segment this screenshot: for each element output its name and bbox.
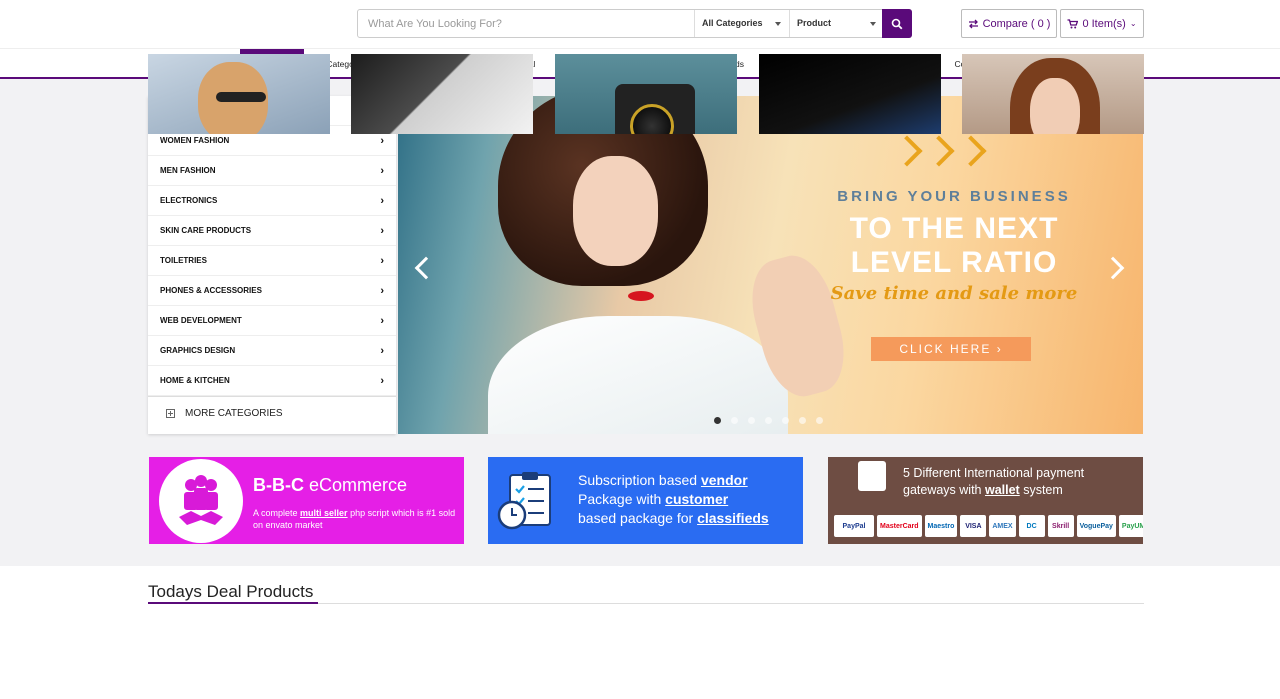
team-handshake-icon xyxy=(159,459,243,543)
slide-tagline: BRING YOUR BUSINESS xyxy=(837,188,1071,205)
caret-down-icon xyxy=(870,22,876,26)
chevron-right-icon: › xyxy=(380,284,384,297)
payment-logo-skrill: Skrill xyxy=(1047,515,1074,537)
payment-logo-maestro: Maestro xyxy=(924,515,958,537)
sidebar-item-label: PHONES & ACCESSORIES xyxy=(160,286,262,295)
deal-product-image[interactable] xyxy=(759,54,941,134)
compare-label: Compare ( 0 ) xyxy=(982,17,1051,30)
deal-product-image[interactable] xyxy=(962,54,1144,134)
banner-subscription[interactable]: Subscription based vendor Package with c… xyxy=(488,457,803,544)
sidebar-item-electronics[interactable]: ELECTRONICS › xyxy=(148,186,396,216)
category-sidebar: AUTOMOBILE›WOMEN FASHION›MEN FASHION›ELE… xyxy=(148,96,396,434)
deal-product-image[interactable] xyxy=(555,54,737,134)
slider-dot[interactable] xyxy=(731,417,738,424)
chevron-right-icon: › xyxy=(380,224,384,237)
todays-deals-title: Todays Deal Products xyxy=(148,582,314,601)
slider-dot[interactable] xyxy=(782,417,789,424)
sidebar-item-label: ELECTRONICS xyxy=(160,196,218,205)
payment-logo-payumoney: PayUMoney xyxy=(1118,515,1143,537)
sidebar-item-phones-accessories[interactable]: PHONES & ACCESSORIES › xyxy=(148,276,396,306)
payment-logo-voguepay: VoguePay xyxy=(1076,515,1116,537)
search-button[interactable] xyxy=(882,9,912,38)
banner-subscription-text: Subscription based vendor Package with c… xyxy=(578,472,769,526)
plus-square-icon xyxy=(166,409,175,418)
sidebar-item-label: SKIN CARE PRODUCTS xyxy=(160,226,252,235)
more-categories-label: MORE CATEGORIES xyxy=(185,408,283,419)
caret-down-icon xyxy=(775,22,781,26)
sidebar-item-label: TOILETRIES xyxy=(160,256,207,265)
type-select-value: Product xyxy=(797,18,832,28)
category-select-value: All Categories xyxy=(702,18,763,28)
banner-bbc-title: B-B-C eCommerce xyxy=(253,475,408,495)
category-list: AUTOMOBILE›WOMEN FASHION›MEN FASHION›ELE… xyxy=(148,96,396,396)
slider-dot[interactable] xyxy=(748,417,755,424)
compare-button[interactable]: Compare ( 0 ) xyxy=(961,9,1057,38)
chevron-right-icon: › xyxy=(380,314,384,327)
chevron-right-icon: › xyxy=(380,164,384,177)
clipboard-clock-icon xyxy=(497,472,551,530)
banner-payment-text: 5 Different International payment gatewa… xyxy=(903,466,1085,497)
top-header: All Categories Product Compare ( 0 ) 0 I… xyxy=(0,0,1280,48)
sidebar-item-web-development[interactable]: WEB DEVELOPMENT › xyxy=(148,306,396,336)
chevron-right-icon: › xyxy=(996,342,1003,356)
chevron-right-icon: › xyxy=(380,134,384,147)
slider-dot[interactable] xyxy=(765,417,772,424)
slider-dot[interactable] xyxy=(816,417,823,424)
chevron-right-icon: › xyxy=(380,254,384,267)
cart-label: 0 Item(s) xyxy=(1082,17,1126,30)
slider-prev-arrow-icon[interactable] xyxy=(414,256,438,280)
search-icon xyxy=(891,18,903,29)
payment-logo-visa: VISA xyxy=(960,515,987,537)
chevron-right-icon: › xyxy=(380,374,384,387)
hero-slider[interactable]: BRING YOUR BUSINESS TO THE NEXT LEVEL RA… xyxy=(398,96,1143,434)
sidebar-item-label: MEN FASHION xyxy=(160,166,216,175)
deal-product-image[interactable] xyxy=(351,54,533,134)
slide-cta-button[interactable]: CLICK HERE › xyxy=(871,337,1031,361)
payment-logo-paypal: PayPal xyxy=(834,515,874,537)
cart-icon xyxy=(1067,18,1079,28)
compare-arrows-icon xyxy=(968,19,978,28)
site-logo[interactable] xyxy=(148,8,308,38)
slider-dots xyxy=(714,417,823,424)
type-select[interactable]: Product xyxy=(789,10,884,37)
slide-model-image xyxy=(458,96,855,434)
search-input[interactable] xyxy=(358,10,694,37)
payment-logos: PayPal MasterCard Maestro VISA AMEX DC Skrill V… xyxy=(834,515,1143,537)
banner-bbc-desc: A complete multi seller php script which… xyxy=(253,508,456,530)
sidebar-item-toiletries[interactable]: TOILETRIES › xyxy=(148,246,396,276)
slide-headline: TO THE NEXT LEVEL RATIO xyxy=(849,212,1059,279)
todays-deals-section: Todays Deal Products xyxy=(0,566,1280,699)
search-bar: All Categories Product xyxy=(357,9,912,38)
slider-dot[interactable] xyxy=(799,417,806,424)
sidebar-item-home-kitchen[interactable]: HOME & KITCHEN › xyxy=(148,366,396,396)
category-select[interactable]: All Categories xyxy=(694,10,789,37)
title-underline xyxy=(148,602,318,604)
payment-logo-mastercard: MasterCard xyxy=(877,515,922,537)
banner-payment-gateways[interactable]: 5 Different International payment gatewa… xyxy=(828,457,1143,544)
sidebar-item-label: GRAPHICS DESIGN xyxy=(160,346,236,355)
sidebar-item-label: WEB DEVELOPMENT xyxy=(160,316,242,325)
banner-bbc-ecommerce[interactable]: B-B-C eCommerce A complete multi seller … xyxy=(149,457,464,544)
chevron-down-icon: ⌄ xyxy=(1129,19,1137,28)
sidebar-item-label: HOME & KITCHEN xyxy=(160,376,230,385)
sidebar-item-skin-care-products[interactable]: SKIN CARE PRODUCTS › xyxy=(148,216,396,246)
slider-dot[interactable] xyxy=(714,417,721,424)
triple-chevron-icon xyxy=(891,135,987,167)
chevron-right-icon: › xyxy=(380,194,384,207)
sidebar-item-men-fashion[interactable]: MEN FASHION › xyxy=(148,156,396,186)
chevron-right-icon: › xyxy=(380,344,384,357)
more-categories-button[interactable]: MORE CATEGORIES xyxy=(148,396,396,430)
wallet-icon xyxy=(858,461,886,491)
slide-subline: Save time and sale more xyxy=(830,283,1078,304)
sidebar-item-label: WOMEN FASHION xyxy=(160,136,230,145)
cart-button[interactable]: 0 Item(s) ⌄ xyxy=(1060,9,1144,38)
sidebar-item-graphics-design[interactable]: GRAPHICS DESIGN › xyxy=(148,336,396,366)
deal-product-image[interactable] xyxy=(148,54,330,134)
payment-logo-amex: AMEX xyxy=(989,515,1016,537)
payment-logo-dc: DC xyxy=(1018,515,1045,537)
